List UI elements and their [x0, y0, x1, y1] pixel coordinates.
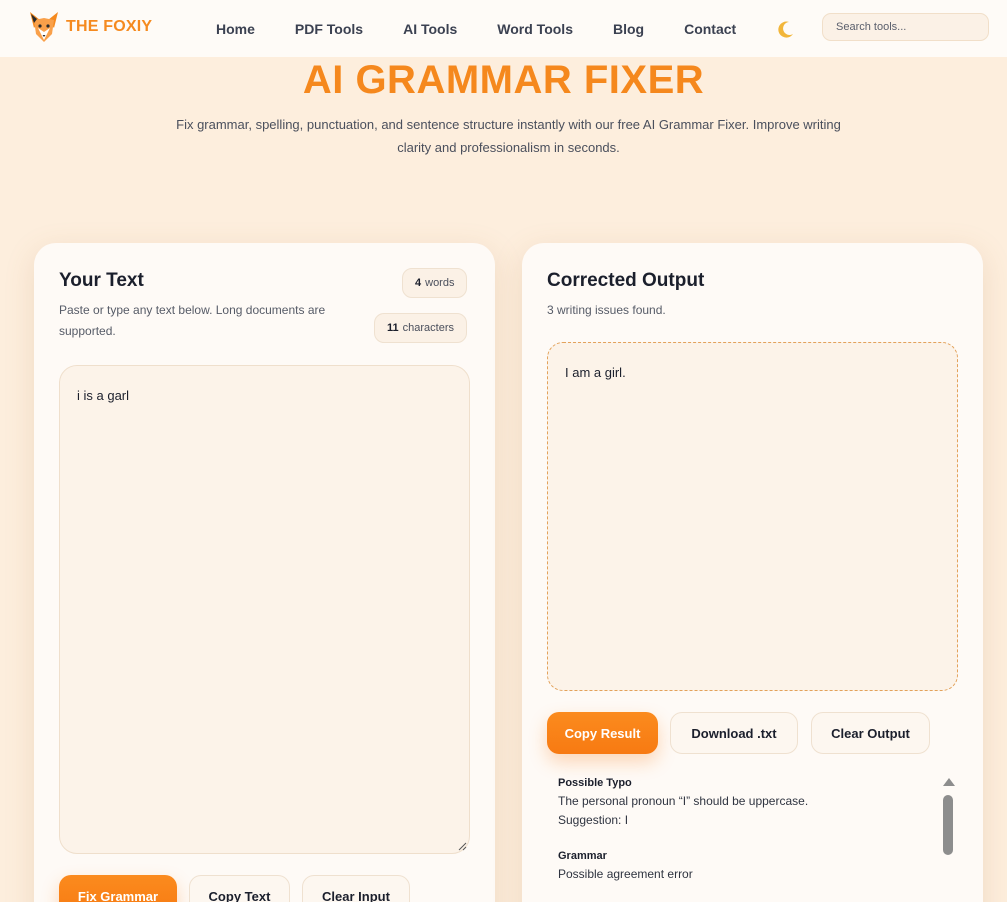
site-header: THE FOXIY Home PDF Tools AI Tools Word T…	[0, 0, 1007, 57]
nav-ai-tools[interactable]: AI Tools	[403, 21, 457, 37]
output-card: Corrected Output 3 writing issues found.…	[522, 243, 983, 902]
page-title: AI GRAMMAR FIXER	[302, 58, 705, 102]
brand-logo[interactable]: THE FOXIY	[28, 10, 152, 44]
nav-pdf-tools[interactable]: PDF Tools	[295, 21, 363, 37]
input-card: Your Text Paste or type any text below. …	[34, 243, 495, 902]
char-count-value: 11	[387, 322, 399, 334]
nav-word-tools[interactable]: Word Tools	[497, 21, 573, 37]
resize-grip-icon[interactable]	[457, 841, 467, 851]
download-txt-button[interactable]: Download .txt	[670, 712, 798, 754]
issue-suggestion: Suggestion: I	[558, 813, 629, 827]
word-count-value: 4	[415, 277, 422, 289]
clear-input-button[interactable]: Clear Input	[302, 875, 410, 902]
issue-message: Possible agreement error	[558, 867, 693, 881]
fix-grammar-button[interactable]: Fix Grammar	[59, 875, 177, 902]
output-card-title: Corrected Output	[547, 270, 705, 291]
clear-output-button[interactable]: Clear Output	[811, 712, 930, 754]
char-count-label: characters	[402, 322, 454, 334]
issue-title: Grammar	[558, 850, 607, 862]
copy-text-button[interactable]: Copy Text	[189, 875, 290, 902]
issue-title: Possible Typo	[558, 777, 632, 789]
search-input[interactable]	[822, 13, 989, 41]
text-input[interactable]	[59, 365, 470, 854]
nav-contact[interactable]: Contact	[684, 21, 736, 37]
list-item: Possible Typo The personal pronoun “I” s…	[558, 777, 938, 830]
fox-logo-icon	[30, 12, 58, 42]
word-count-label: words	[425, 277, 455, 289]
issues-list: Possible Typo The personal pronoun “I” s…	[558, 777, 938, 902]
input-card-title: Your Text	[59, 270, 144, 291]
scrollbar-thumb[interactable]	[943, 795, 953, 855]
main-nav: Home PDF Tools AI Tools Word Tools Blog …	[216, 0, 776, 57]
scroll-up-arrow-icon[interactable]	[942, 777, 956, 787]
copy-result-button[interactable]: Copy Result	[547, 712, 658, 754]
input-card-subtitle: Paste or type any text below. Long docum…	[59, 303, 326, 338]
nav-blog[interactable]: Blog	[613, 21, 644, 37]
issue-message: The personal pronoun “I” should be upper…	[558, 794, 809, 808]
issues-count-text: 3 writing issues found.	[547, 303, 666, 317]
list-item: Grammar Possible agreement error	[558, 850, 938, 884]
nav-home[interactable]: Home	[216, 21, 255, 37]
char-count-badge: 11 characters	[374, 313, 467, 343]
corrected-output-box: I am a girl.	[547, 342, 958, 691]
brand-name: THE FOXIY	[66, 18, 153, 35]
page-description: Fix grammar, spelling, punctuation, and …	[176, 117, 841, 155]
corrected-text: I am a girl.	[565, 365, 626, 380]
word-count-badge: 4 words	[402, 268, 468, 298]
dark-mode-moon-icon[interactable]	[776, 19, 796, 39]
